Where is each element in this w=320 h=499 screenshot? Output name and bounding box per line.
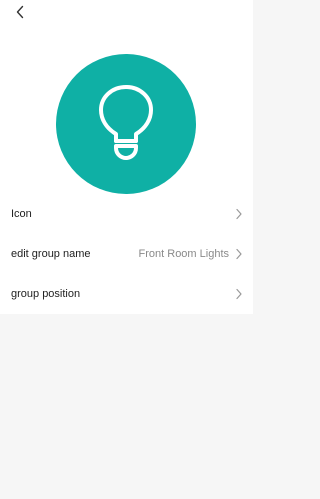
settings-list: Icon edit group name Front Room Lights g… bbox=[0, 194, 253, 314]
chevron-right-icon bbox=[235, 288, 243, 300]
group-name-value: Front Room Lights bbox=[138, 248, 229, 260]
lightbulb-icon bbox=[99, 85, 153, 160]
edit-group-name-row[interactable]: edit group name Front Room Lights bbox=[0, 234, 253, 274]
settings-panel: Icon edit group name Front Room Lights g… bbox=[0, 0, 253, 314]
group-position-row[interactable]: group position bbox=[0, 274, 253, 314]
chevron-right-icon bbox=[235, 248, 243, 260]
edit-group-name-label: edit group name bbox=[11, 248, 91, 260]
chevron-right-icon bbox=[235, 208, 243, 220]
icon-row-label: Icon bbox=[11, 208, 32, 220]
chevron-left-icon bbox=[16, 5, 24, 19]
icon-row[interactable]: Icon bbox=[0, 194, 253, 234]
group-icon-preview[interactable] bbox=[56, 54, 196, 194]
group-position-label: group position bbox=[11, 288, 81, 300]
back-button[interactable] bbox=[9, 2, 31, 22]
